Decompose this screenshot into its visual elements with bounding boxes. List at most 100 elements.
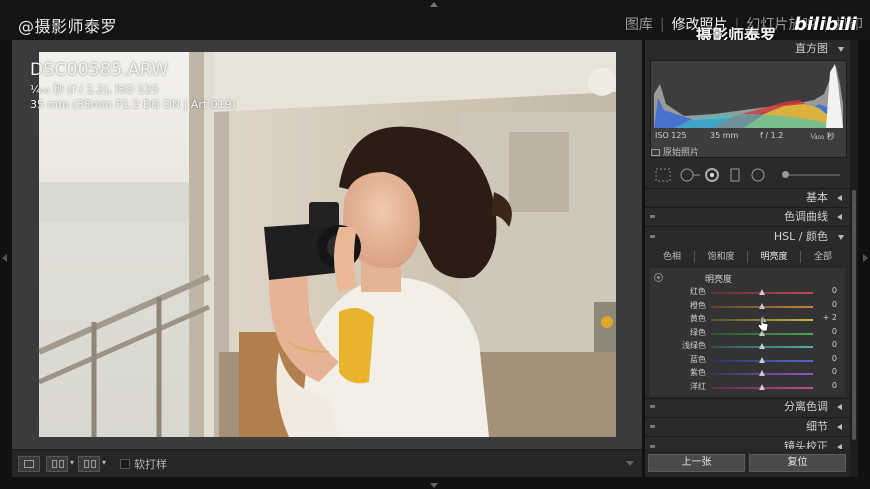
top-bar: @摄影师泰罗 图库 | 修改照片 | 幻灯片放映 | 打印 摄影师泰罗 bilibili — [0, 0, 870, 45]
panel-hsl-title: HSL / 颜色 — [773, 230, 828, 243]
bilibili-logo: bilibili — [794, 14, 857, 35]
soft-proof-checkbox[interactable] — [120, 459, 130, 469]
divider — [645, 436, 850, 437]
slider-label-aqua: 浅绿色 — [682, 341, 706, 350]
slider-row-purple: 紫色 0 — [650, 367, 845, 380]
panel-histogram-header[interactable]: 直方图 — [645, 40, 850, 58]
panel-split-toning-header[interactable]: 分离色调 — [645, 398, 850, 416]
compare-view-button[interactable] — [46, 456, 68, 472]
photo-lens: 35 mm (35mm F1.2 DG DN | Art 019) — [30, 98, 236, 111]
expand-arrow-icon — [837, 424, 842, 430]
luminance-title: 明亮度 — [705, 275, 733, 285]
previous-button[interactable]: 上一张 — [648, 454, 745, 472]
histogram-graph — [654, 64, 843, 128]
panel-toggle-icon[interactable] — [650, 405, 655, 408]
slider-value-purple[interactable]: 0 — [832, 367, 837, 376]
dropdown-arrow-icon[interactable]: ▾ — [70, 458, 74, 467]
red-eye-icon[interactable] — [705, 168, 719, 182]
targeted-adjustment-icon[interactable] — [654, 273, 663, 282]
slider-label-purple: 紫色 — [690, 368, 706, 377]
slider-knob-red[interactable] — [759, 289, 765, 295]
original-photo-icon — [651, 149, 660, 156]
collapse-arrow-icon — [838, 47, 844, 52]
expand-arrow-icon — [837, 404, 842, 410]
tab-all[interactable]: 全部 — [801, 247, 845, 267]
slider-knob-magenta[interactable] — [759, 383, 765, 390]
histogram[interactable]: ISO 125 35 mm f / 1.2 ¹⁄₄₀₀ 秒 — [650, 60, 847, 158]
slider-label-orange: 橙色 — [690, 300, 706, 310]
collapse-left-arrow-icon[interactable] — [2, 254, 7, 262]
expand-arrow-icon — [837, 214, 842, 220]
panel-toggle-icon[interactable] — [650, 215, 655, 218]
tab-saturation[interactable]: 饱和度 — [695, 247, 747, 267]
slider-knob-aqua[interactable] — [759, 343, 765, 349]
luminance-sliders: 明亮度 红色 0 橙色 0 黄色 + 2 绿色 0 浅绿色 0 蓝色 0 紫色 0 洋红 0 — [650, 268, 845, 396]
photo-exposure: ¹⁄₄₀₀ 秒 (f / 1.2), ISO 125 — [30, 83, 159, 96]
slider-value-orange[interactable]: 0 — [832, 300, 837, 309]
before-after-icon — [84, 460, 89, 468]
panel-split-toning-title: 分离色调 — [784, 400, 828, 413]
histogram-shutter: ¹⁄₄₀₀ 秒 — [810, 132, 835, 141]
pointer-hand-icon — [757, 316, 769, 332]
panel-toggle-icon[interactable] — [650, 425, 655, 428]
reset-button[interactable]: 复位 — [749, 454, 846, 472]
slider-value-blue[interactable]: 0 — [832, 354, 837, 363]
panel-detail-header[interactable]: 细节 — [645, 418, 850, 436]
slider-row-red: 红色 0 — [650, 286, 845, 299]
slider-row-green: 绿色 0 — [650, 327, 845, 340]
slider-value-red[interactable]: 0 — [832, 286, 837, 295]
toolbar-menu-arrow-icon[interactable] — [626, 461, 634, 466]
scrollbar-thumb[interactable] — [852, 190, 856, 440]
module-library[interactable]: 图库 — [618, 14, 660, 34]
right-panel-scrollbar[interactable] — [850, 40, 858, 477]
graduated-filter-icon[interactable] — [730, 168, 740, 182]
original-photo-toggle[interactable]: 原始照片 — [651, 145, 699, 158]
histogram-focal: 35 mm — [710, 131, 739, 140]
collapse-bottom-arrow-icon[interactable] — [430, 483, 438, 488]
panel-basic-header[interactable]: 基本 — [645, 189, 850, 207]
slider-knob-blue[interactable] — [759, 356, 765, 363]
radial-filter-icon[interactable] — [751, 168, 765, 182]
slider-label-green: 绿色 — [690, 327, 706, 337]
before-after-button[interactable] — [78, 456, 100, 472]
dropdown-arrow-icon-b[interactable]: ▾ — [102, 458, 106, 467]
slider-value-yellow[interactable]: + 2 — [823, 313, 837, 322]
bottom-toolbar: ▾ ▾ 软打样 — [12, 449, 642, 477]
loupe-view-button[interactable] — [18, 456, 40, 472]
collapse-right-arrow-icon[interactable] — [863, 254, 868, 262]
tab-hue[interactable]: 色相 — [650, 247, 694, 267]
brand-label: @摄影师泰罗 — [18, 17, 118, 36]
hsl-tabs: 色相 饱和度 明亮度 全部 — [650, 247, 845, 267]
panel-tone-curve-title: 色调曲线 — [784, 210, 828, 223]
panel-toggle-icon[interactable] — [650, 445, 655, 448]
slider-label-blue: 蓝色 — [690, 354, 706, 364]
slider-value-magenta[interactable]: 0 — [832, 381, 837, 390]
tab-luminance[interactable]: 明亮度 — [748, 247, 800, 267]
slider-label-red: 红色 — [690, 287, 706, 296]
crop-overlay-icon[interactable] — [655, 168, 671, 182]
panel-tone-curve-header[interactable]: 色调曲线 — [645, 208, 850, 226]
divider — [645, 226, 850, 227]
brush-size-knob[interactable] — [782, 171, 789, 178]
histogram-iso: ISO 125 — [655, 131, 687, 140]
before-after-icon-b — [91, 460, 96, 468]
slider-row-yellow: 黄色 + 2 — [650, 313, 845, 326]
panel-hsl-header[interactable]: HSL / 颜色 — [645, 228, 850, 246]
panel-basic-title: 基本 — [806, 191, 828, 204]
slider-label-yellow: 黄色 — [690, 314, 706, 323]
collapse-top-arrow-icon[interactable] — [430, 2, 438, 7]
slider-knob-orange[interactable] — [759, 302, 765, 309]
slider-value-green[interactable]: 0 — [832, 327, 837, 336]
right-panel: 直方图 ISO 125 35 mm f / 1.2 ¹⁄₄₀₀ 秒 原始照片 基… — [645, 40, 850, 477]
histogram-title: 直方图 — [795, 42, 828, 55]
slider-knob-purple[interactable] — [759, 370, 765, 376]
brush-size-slider[interactable] — [785, 174, 840, 176]
collapse-arrow-icon — [838, 235, 844, 240]
panel-toggle-icon[interactable] — [650, 235, 655, 238]
loupe-view-icon — [24, 460, 34, 468]
histogram-aperture: f / 1.2 — [760, 131, 784, 140]
spot-removal-icon[interactable] — [679, 168, 701, 182]
slider-value-aqua[interactable]: 0 — [832, 340, 837, 349]
photo-info-overlay: DSC00585.ARW ¹⁄₄₀₀ 秒 (f / 1.2), ISO 125 … — [30, 60, 236, 111]
slider-label-magenta: 洋红 — [690, 381, 706, 391]
